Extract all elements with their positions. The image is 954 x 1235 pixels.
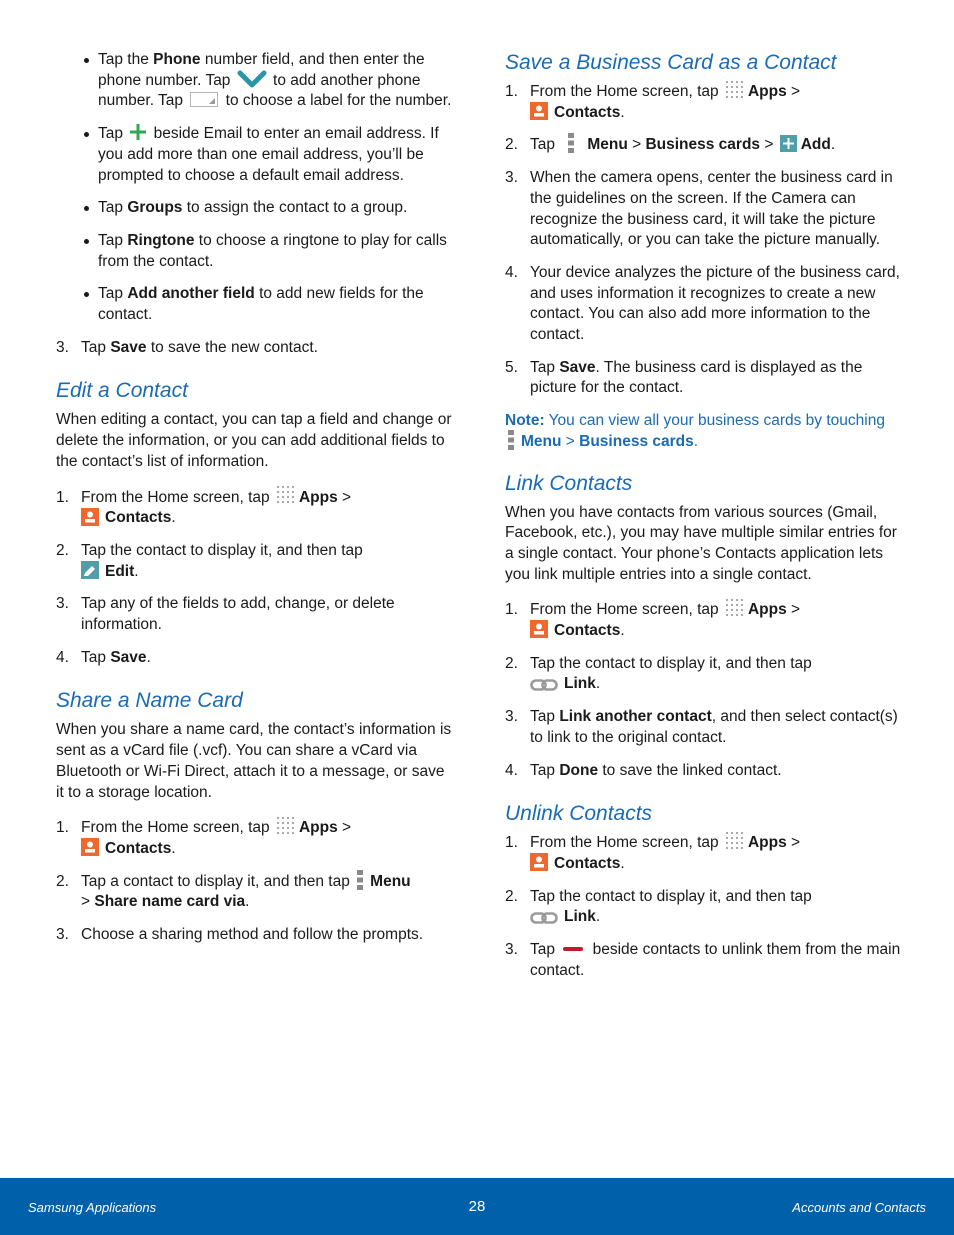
contacts-icon <box>81 507 99 526</box>
list-item: 4. Tap Done to save the linked contact. <box>505 761 782 779</box>
list-item: 1. From the Home screen, tap Apps > Conta… <box>505 598 905 641</box>
add-contact-bullets: Tap the Phone number field, and then ent… <box>56 50 456 326</box>
right-column: Save a Business Card as a Contact 1. From… <box>505 50 905 994</box>
apps-grid-icon <box>276 485 296 505</box>
list-item: 3. Tap beside contacts to unlink them fro… <box>505 941 901 979</box>
add-plus-icon <box>779 135 797 153</box>
apps-grid-icon <box>725 598 745 618</box>
share-name-card-steps: 1. From the Home screen, tap Apps > Conta… <box>56 816 456 946</box>
note-label: Note: <box>505 412 545 430</box>
list-item: 2. Tap Menu > Business cards > Add. <box>505 132 905 156</box>
section-intro: When you have contacts from various sour… <box>505 503 897 583</box>
list-item: 2. Tap a contact to display it, and then … <box>56 869 456 913</box>
list-item: 3. Tap any of the fields to add, change, … <box>56 595 395 634</box>
list-item: 2. Tap the contact to display it, and the… <box>505 887 812 926</box>
apps-grid-icon <box>725 80 745 100</box>
section-title-edit-contact: Edit a Contact <box>56 379 188 403</box>
edit-contact-steps: 1. From the Home screen, tap Apps > Conta… <box>56 485 456 669</box>
apps-grid-icon <box>725 831 745 851</box>
link-chain-icon <box>530 677 558 692</box>
note-business-cards: Note: You can view all your business car… <box>505 412 885 451</box>
menu-dots-icon <box>567 132 575 154</box>
add-contact-step-3: 3. Tap Save to save the new contact. <box>56 338 456 359</box>
list-item: 4. Tap Save. <box>56 648 151 666</box>
apps-grid-icon <box>276 816 296 836</box>
plus-icon <box>129 123 147 141</box>
contacts-icon <box>530 620 548 639</box>
menu-dots-icon <box>356 869 364 891</box>
unlink-contacts-steps: 1. From the Home screen, tap Apps > Conta… <box>505 831 905 981</box>
chevron-down-icon <box>237 69 267 89</box>
minus-icon <box>563 947 584 951</box>
contacts-icon <box>81 838 99 857</box>
list-item: 1. From the Home screen, tap Apps > Conta… <box>505 831 905 874</box>
section-title-link-contacts: Link Contacts <box>505 471 633 495</box>
label-dropdown-icon <box>190 92 219 108</box>
section-title-share-name-card: Share a Name Card <box>56 689 243 713</box>
list-item: Tap beside Email to enter an email addre… <box>81 124 456 186</box>
left-column: Tap the Phone number field, and then ent… <box>56 50 456 958</box>
link-contacts-steps: 1. From the Home screen, tap Apps > Conta… <box>505 598 905 781</box>
list-item: Tap Add another field to add new fields … <box>81 284 456 325</box>
section-intro: When you share a name card, the contact’… <box>56 721 452 801</box>
section-intro: When editing a contact, you can tap a fi… <box>56 411 452 470</box>
contacts-icon <box>530 102 548 121</box>
edit-pencil-icon <box>81 561 99 580</box>
contacts-icon <box>530 853 548 872</box>
section-title-save-business-card: Save a Business Card as a Contact <box>505 51 837 74</box>
link-chain-icon <box>530 910 558 925</box>
list-item: 3. Choose a sharing method and follow the… <box>56 926 424 944</box>
business-card-steps: 1. From the Home screen, tap Apps > Conta… <box>505 80 905 399</box>
list-item: 5. Tap Save. The business card is display… <box>505 358 863 397</box>
list-item: 3. Tap Save to save the new contact. <box>56 338 318 356</box>
list-item: 3. Tap Link another contact, and then sel… <box>505 708 898 746</box>
menu-dots-icon <box>507 429 515 451</box>
list-item: 1. From the Home screen, tap Apps > Conta… <box>56 816 456 859</box>
list-item: 3. When the camera opens, center the busi… <box>505 169 893 249</box>
list-item: 2. Tap the contact to display it, and the… <box>505 654 812 693</box>
section-title-unlink-contacts: Unlink Contacts <box>505 802 653 826</box>
list-item: Tap Ringtone to choose a ringtone to pla… <box>81 231 456 272</box>
list-item: 1. From the Home screen, tap Apps > Conta… <box>56 485 456 529</box>
list-item: Tap the Phone number field, and then ent… <box>81 50 456 112</box>
list-item: 1. From the Home screen, tap Apps > Conta… <box>505 80 905 123</box>
list-item: 2. Tap the contact to display it, and the… <box>56 541 363 580</box>
footer-section: Accounts and Contacts <box>792 1200 926 1215</box>
page-footer: Samsung Applications 28 Accounts and Con… <box>0 1178 954 1235</box>
list-item: Tap Groups to assign the contact to a gr… <box>81 198 456 219</box>
list-item: 4. Your device analyzes the picture of th… <box>505 263 900 344</box>
